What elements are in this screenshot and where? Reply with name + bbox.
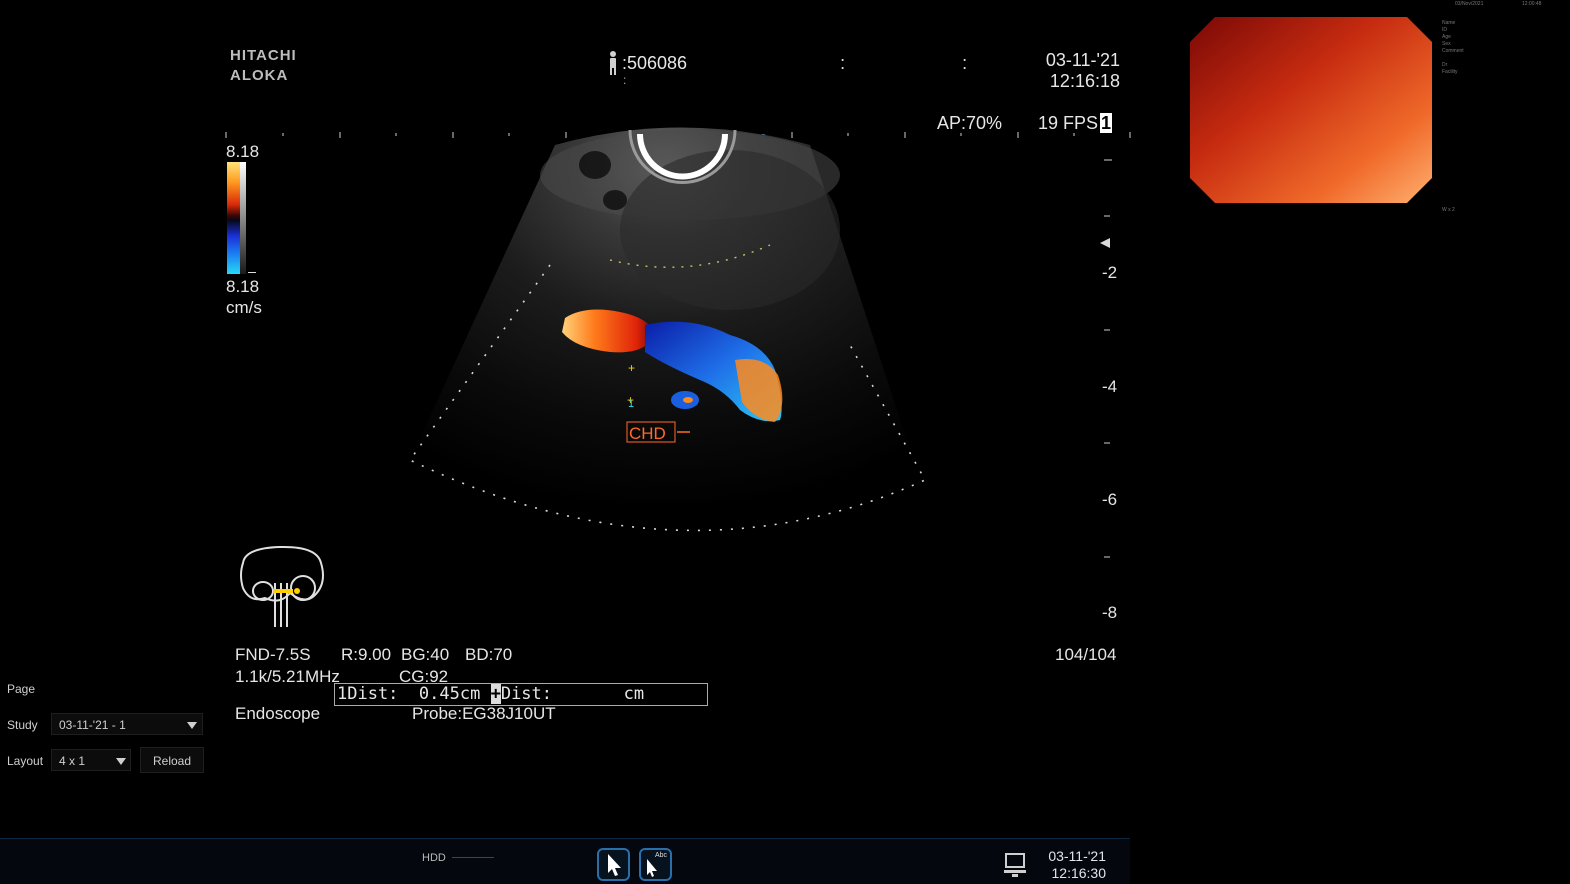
dist2-unit: cm	[623, 684, 645, 704]
body-mark-icon	[240, 545, 324, 627]
hdd-usage-bar	[452, 857, 494, 858]
pointer-icon	[608, 854, 621, 876]
field-id: ID	[1442, 27, 1447, 33]
depth-label-6: -6	[1102, 490, 1118, 509]
measurement-box: 1Dist: 0.45cm +Dist: cm	[334, 683, 708, 706]
dist2-marker: +	[490, 684, 501, 704]
right-top-time: 12:00:48	[1522, 1, 1542, 7]
taskbar-time: 12:16:30	[1051, 865, 1107, 881]
header-date: 03-11-'21	[1045, 50, 1120, 70]
field-age: Age	[1442, 34, 1451, 40]
field-name: Name	[1442, 20, 1456, 26]
tissue-dark-spot	[579, 151, 611, 179]
focus-depth-marker-icon	[1100, 238, 1110, 248]
depth-label-4: -4	[1102, 377, 1118, 396]
caliper-index: 1	[628, 398, 634, 410]
param-frequency: 1.1k/5.21MHz	[235, 667, 340, 686]
right-top-date: 03/Nov/2021	[1455, 1, 1484, 7]
patient-info: :506086 : :	[607, 50, 1023, 76]
right-small-note: W x 2	[1442, 207, 1455, 213]
layout-label: Layout	[7, 754, 44, 768]
field-facility: Facility	[1442, 69, 1458, 75]
chevron-down-icon[interactable]	[187, 722, 197, 729]
field-comment: Comment	[1442, 48, 1464, 54]
caliper-marker-top: +	[628, 361, 635, 375]
reload-button[interactable]: Reload	[140, 747, 204, 773]
depth-label-8: -8	[1102, 603, 1118, 622]
probe-name: Probe:EG38J10UT	[412, 704, 556, 723]
ultrasound-image[interactable]: + + 1 CHD	[220, 120, 1140, 640]
monitor-icon[interactable]	[1003, 852, 1027, 878]
page-label: Page	[7, 682, 36, 696]
chevron-down-icon[interactable]	[116, 758, 126, 765]
study-label: Study	[7, 718, 38, 732]
taskbar-clock: 03-11-'21 12:16:30	[1040, 848, 1106, 882]
pointer-button[interactable]	[597, 848, 630, 881]
tissue-dark-spot	[603, 190, 627, 210]
patient-separators: : :	[840, 52, 1024, 73]
param-r: R:9.00	[341, 645, 392, 664]
hdd-label: HDD	[422, 852, 446, 864]
study-select[interactable]: 03-11-'21 - 1	[51, 713, 203, 735]
param-bg: BG:40	[401, 645, 450, 664]
frame-counter: 104/104	[1055, 645, 1117, 664]
patient-id: :506086	[622, 52, 688, 73]
patient-sub: :	[623, 73, 627, 87]
text-pointer-button[interactable]: Abc	[639, 848, 672, 881]
brand-line1: HITACHI	[230, 47, 297, 64]
brand-line2: ALOKA	[230, 67, 289, 84]
patient-icon	[610, 51, 616, 75]
layout-select[interactable]: 4 x 1	[51, 749, 131, 771]
field-dr: Dr	[1442, 62, 1448, 68]
layout-value: 4 x 1	[59, 754, 86, 768]
flow-small-core	[683, 397, 693, 403]
depth-label-2: -2	[1102, 263, 1118, 282]
dist1-value: 0.45cm	[418, 684, 481, 704]
right-patient-fields: Name ID Age Sex Comment Dr Facility	[1442, 20, 1464, 76]
header-time: 12:16:18	[1049, 71, 1120, 91]
brand-logo: HITACHI ALOKA	[230, 46, 297, 86]
study-value: 03-11-'21 - 1	[59, 718, 126, 732]
mode-label: Endoscope	[235, 704, 321, 723]
header-datetime: 03-11-'21 12:16:18	[1040, 50, 1120, 92]
structure-label: CHD	[629, 424, 666, 443]
field-sex: Sex	[1442, 41, 1451, 47]
dist1-label: 1Dist:	[337, 684, 399, 704]
param-bd: BD:70	[465, 645, 513, 664]
field-blank	[1442, 55, 1464, 62]
taskbar	[0, 838, 1130, 884]
dist2-label: Dist:	[500, 684, 553, 704]
taskbar-date: 03-11-'21	[1048, 848, 1106, 864]
endoscope-view	[1190, 17, 1432, 203]
text-tool-label: Abc	[655, 852, 668, 859]
probe-model: FND-7.5S	[235, 645, 311, 664]
